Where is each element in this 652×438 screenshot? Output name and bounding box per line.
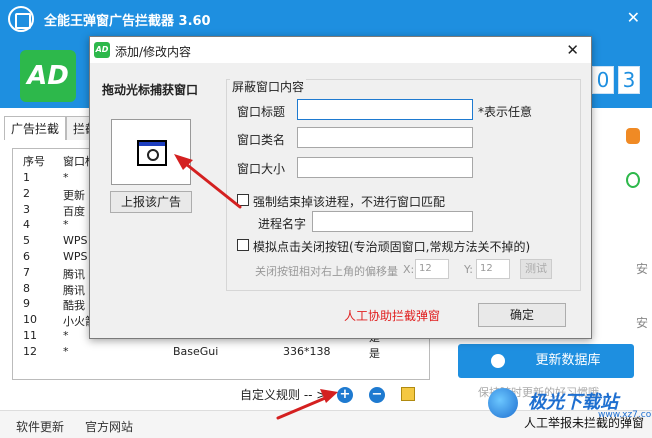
dialog-app-icon: AD bbox=[94, 42, 110, 58]
watermark: 极光下载站 www.xz7.com bbox=[488, 382, 652, 422]
row-index: 1 bbox=[23, 171, 30, 184]
row-index: 4 bbox=[23, 218, 30, 232]
x-label: X: bbox=[403, 263, 415, 276]
dialog-title-bar: AD 添加/修改内容 ✕ bbox=[90, 37, 591, 63]
row-title: 百度 bbox=[63, 204, 85, 218]
row-title: * bbox=[63, 329, 69, 342]
y-offset-input[interactable]: 12 bbox=[476, 259, 510, 279]
window-title-input[interactable] bbox=[297, 99, 473, 120]
dialog-title: 添加/修改内容 bbox=[115, 45, 192, 59]
update-database-button[interactable]: 更新数据库 bbox=[458, 344, 634, 378]
official-site-link[interactable]: 官方网站 bbox=[85, 418, 133, 435]
tab-ad-block[interactable]: 广告拦截 bbox=[4, 116, 67, 140]
group-legend: 屏蔽窗口内容 bbox=[230, 78, 307, 95]
window-size-input[interactable] bbox=[297, 157, 473, 178]
simulate-close-label: 模拟点击关闭按钮(专治顽固窗口,常规方法关不掉的) bbox=[253, 240, 531, 254]
watermark-url: www.xz7.com bbox=[598, 410, 652, 420]
row-flag: 是 bbox=[369, 346, 380, 360]
row-index: 12 bbox=[23, 344, 37, 358]
software-update-link[interactable]: 软件更新 bbox=[16, 418, 64, 435]
row-index: 7 bbox=[23, 265, 30, 279]
edit-content-dialog: AD 添加/修改内容 ✕ 拖动光标捕获窗口 上报该广告 屏蔽窗口内容 窗口标题 … bbox=[89, 36, 592, 339]
ad-logo: AD bbox=[20, 50, 76, 102]
force-kill-label: 强制结束掉该进程，不进行窗口匹配 bbox=[253, 195, 446, 209]
window-size-label: 窗口大小 bbox=[237, 162, 286, 176]
custom-rules-label: 自定义规则 -- > bbox=[240, 388, 327, 402]
row-index: 2 bbox=[23, 186, 30, 200]
watermark-logo-icon bbox=[488, 388, 518, 418]
row-index: 8 bbox=[23, 281, 30, 295]
row-title: 酷我 bbox=[63, 299, 85, 313]
app-title: 全能王弹窗广告拦截器 3.60 bbox=[44, 14, 211, 29]
blocked-counter: 0 3 bbox=[592, 66, 640, 94]
capture-label: 拖动光标捕获窗口 bbox=[102, 83, 199, 97]
capture-crosshair-box[interactable] bbox=[111, 119, 191, 185]
test-button[interactable]: 测试 bbox=[520, 259, 552, 279]
main-title-bar: 全能王弹窗广告拦截器 3.60 ✕ bbox=[0, 0, 652, 38]
window-title-label: 窗口标题 bbox=[237, 105, 286, 119]
ok-button[interactable]: 确定 bbox=[478, 303, 566, 327]
counter-digit: 3 bbox=[618, 66, 640, 94]
add-rule-button[interactable]: + bbox=[337, 387, 353, 403]
dialog-body: 拖动光标捕获窗口 上报该广告 屏蔽窗口内容 窗口标题 *表示任意 窗口类名 窗口… bbox=[90, 63, 591, 338]
row-title: * bbox=[63, 344, 69, 358]
update-database-label: 更新数据库 bbox=[535, 353, 601, 368]
row-index: 3 bbox=[23, 202, 30, 216]
row-class: BaseGui bbox=[173, 344, 219, 358]
upload-icon bbox=[491, 353, 506, 368]
row-title: 腾讯 bbox=[63, 267, 85, 281]
process-name-label: 进程名字 bbox=[258, 217, 307, 231]
row-title: * bbox=[63, 218, 69, 232]
main-close-icon[interactable]: ✕ bbox=[627, 8, 640, 27]
any-note: *表示任意 bbox=[478, 105, 533, 119]
row-index: 11 bbox=[23, 329, 37, 342]
row-title: * bbox=[63, 171, 69, 184]
manual-assist-link[interactable]: 人工协助拦截弹窗 bbox=[344, 307, 440, 324]
app-icon bbox=[8, 6, 34, 32]
simulate-close-checkbox[interactable] bbox=[237, 239, 249, 251]
list-item[interactable]: 12 * BaseGui 336*138 是 bbox=[13, 344, 429, 361]
process-name-input[interactable] bbox=[312, 211, 473, 232]
right-text-fragment: 安 bbox=[635, 262, 648, 276]
row-title: 腾讯 bbox=[63, 283, 85, 297]
offset-label: 关闭按钮相对右上角的偏移量 bbox=[255, 265, 398, 278]
row-index: 9 bbox=[23, 297, 30, 311]
crosshair-icon bbox=[137, 140, 167, 166]
dialog-close-icon[interactable]: ✕ bbox=[566, 41, 579, 59]
window-class-input[interactable] bbox=[297, 127, 473, 148]
report-ad-button[interactable]: 上报该广告 bbox=[110, 191, 192, 213]
row-index: 6 bbox=[23, 250, 30, 263]
row-index: 5 bbox=[23, 234, 30, 248]
row-size: 336*138 bbox=[283, 344, 331, 358]
window-class-label: 窗口类名 bbox=[237, 133, 286, 147]
force-kill-checkbox[interactable] bbox=[237, 194, 249, 206]
green-toggle-icon[interactable] bbox=[626, 172, 640, 188]
right-text-fragment: 安 bbox=[635, 316, 648, 330]
row-title: 更新 bbox=[63, 188, 85, 202]
orange-toggle-icon[interactable] bbox=[626, 128, 640, 144]
x-offset-input[interactable]: 12 bbox=[415, 259, 449, 279]
edit-rule-icon[interactable] bbox=[401, 387, 415, 401]
y-label: Y: bbox=[464, 263, 473, 276]
column-header-index: 序号 bbox=[23, 155, 45, 168]
row-title: WPS bbox=[63, 250, 88, 263]
row-index: 10 bbox=[23, 313, 37, 327]
counter-digit: 0 bbox=[592, 66, 614, 94]
remove-rule-button[interactable]: − bbox=[369, 387, 385, 403]
row-title: WPS bbox=[63, 234, 88, 248]
